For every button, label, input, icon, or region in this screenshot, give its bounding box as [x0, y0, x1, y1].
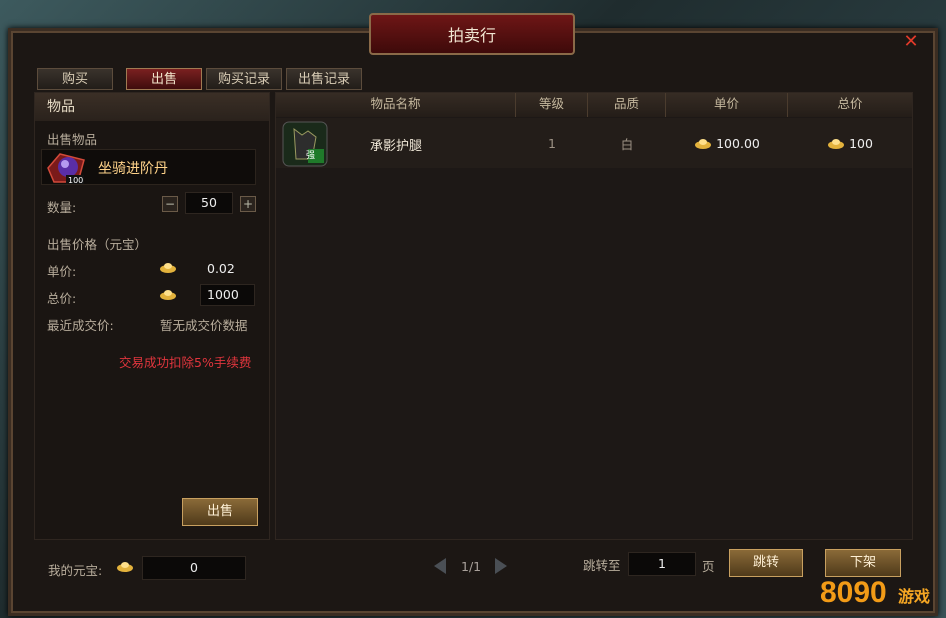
- price-section-label: 出售价格（元宝）: [47, 237, 148, 252]
- table-row[interactable]: 强 承影护腿 1 白 100.00 100: [276, 118, 912, 168]
- table-header: 物品名称 等级 品质 单价 总价: [276, 93, 912, 117]
- header-unit-price: 单价: [666, 93, 788, 117]
- header-quality: 品质: [588, 93, 666, 117]
- sell-item-label: 出售物品: [47, 132, 98, 147]
- jump-button[interactable]: 跳转: [729, 549, 803, 577]
- recent-price-value: 暂无成交价数据: [160, 318, 248, 333]
- svg-text:游戏: 游戏: [898, 587, 930, 606]
- quantity-plus-button[interactable]: +: [240, 196, 256, 212]
- close-icon[interactable]: ✕: [900, 31, 922, 53]
- row-item-name: 承影护腿: [370, 139, 423, 154]
- quantity-input[interactable]: 50: [185, 192, 233, 214]
- listing-table: 物品名称 等级 品质 单价 总价 强 承影护腿 1 白 100.00 100: [275, 92, 913, 540]
- my-ingot-value: 0: [142, 556, 246, 580]
- total-price-input[interactable]: 1000: [200, 284, 255, 306]
- page-unit-label: 页: [702, 559, 715, 574]
- sell-button[interactable]: 出售: [182, 498, 258, 526]
- panel-header: 物品: [35, 93, 269, 121]
- sell-item-slot[interactable]: 100 坐骑进阶丹: [41, 149, 256, 185]
- row-quality: 白: [620, 136, 634, 152]
- tab-sell[interactable]: 出售: [126, 68, 202, 90]
- fee-notice: 交易成功扣除5%手续费: [119, 355, 252, 370]
- unit-price-value: 0.02: [207, 261, 235, 276]
- total-price-label: 总价:: [47, 291, 77, 306]
- window-title: 拍卖行: [369, 13, 575, 55]
- ingot-icon: [160, 263, 176, 273]
- row-unit-price-value: 100.00: [716, 135, 760, 151]
- my-ingot-label: 我的元宝:: [48, 563, 103, 578]
- window-title-text: 拍卖行: [447, 26, 496, 45]
- sell-item-name: 坐骑进阶丹: [98, 161, 168, 177]
- jump-page-input[interactable]: 1: [628, 552, 696, 576]
- prev-page-icon[interactable]: [434, 558, 446, 574]
- header-total-price: 总价: [837, 96, 863, 111]
- quantity-label: 数量:: [47, 200, 77, 215]
- site-logo: 8090 游戏: [820, 576, 930, 609]
- header-level: 等级: [516, 93, 588, 117]
- row-unit-price: 100.00: [666, 136, 788, 151]
- unit-price-label: 单价:: [47, 264, 77, 279]
- jump-label: 跳转至: [583, 558, 621, 573]
- ingot-icon: [695, 138, 712, 149]
- tab-buy-history[interactable]: 购买记录: [206, 68, 282, 90]
- quantity-minus-button[interactable]: −: [162, 196, 178, 212]
- tab-bar: 购买 出售 购买记录 出售记录: [37, 68, 362, 90]
- tab-buy[interactable]: 购买: [37, 68, 113, 90]
- row-level: 1: [548, 135, 556, 151]
- ingot-icon: [160, 290, 176, 300]
- sell-panel: 物品 出售物品 100 坐骑进阶丹 数量: − 50 + 出售价格（元宝） 单价…: [34, 92, 270, 540]
- row-total-price-value: 100: [849, 135, 873, 151]
- header-item-name: 物品名称: [276, 93, 516, 117]
- svg-text:8090: 8090: [820, 576, 887, 609]
- item-strength-badge: 强: [306, 151, 316, 161]
- recent-price-label: 最近成交价:: [47, 318, 114, 333]
- tab-sell-history[interactable]: 出售记录: [286, 68, 362, 90]
- row-total-price: 100: [788, 136, 912, 151]
- leg-armor-icon: [282, 121, 328, 167]
- ingot-icon: [828, 138, 845, 149]
- next-page-icon[interactable]: [495, 558, 507, 574]
- ingot-icon: [117, 562, 133, 572]
- item-count-badge: 100: [68, 176, 84, 185]
- page-indicator: 1/1: [461, 559, 482, 574]
